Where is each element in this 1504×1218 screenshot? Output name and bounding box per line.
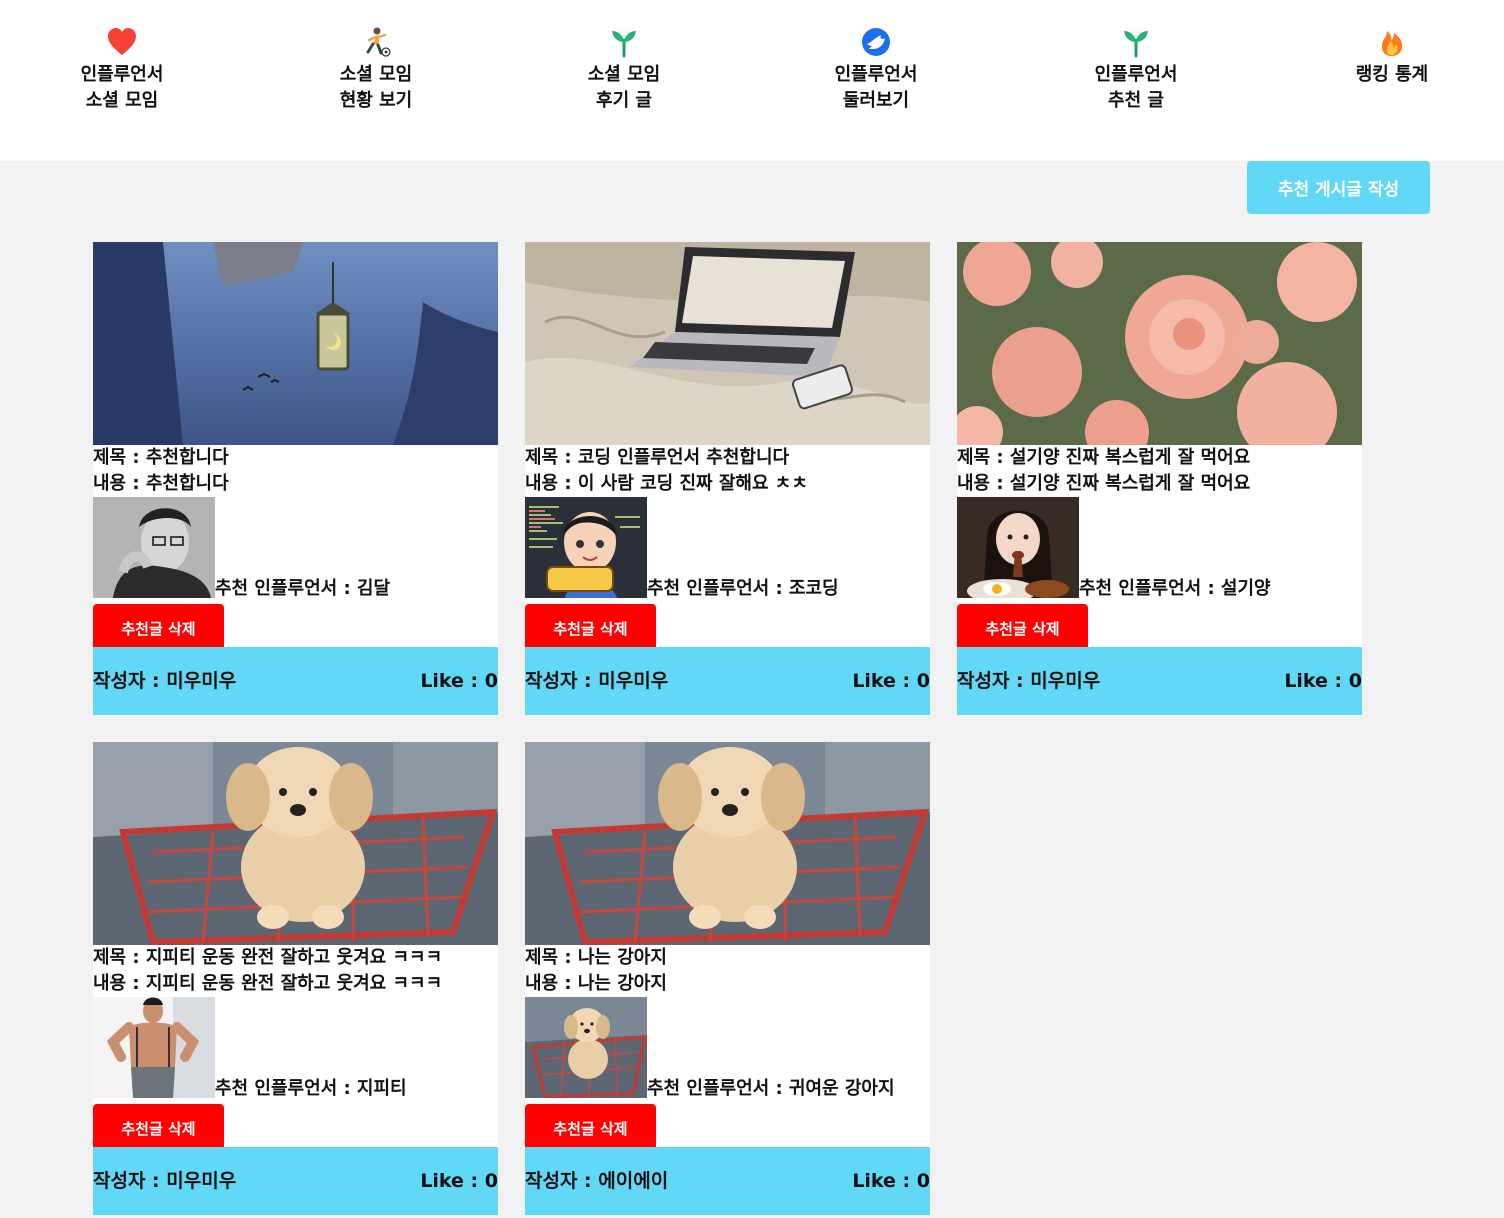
recommended-influencer: 추천 인플루언서 : 설기양 (1079, 578, 1271, 599)
delete-recommend-post-button[interactable]: 추천글 삭제 (525, 604, 656, 653)
puppy-in-cart-photo (525, 742, 930, 945)
card-footer: 작성자 : 에이에이 Like : 0 (525, 1147, 930, 1215)
jocoding-cartoon-logo (525, 497, 647, 598)
soccer-player-icon (366, 27, 391, 57)
post-title: 제목 : 추천합니다 (93, 447, 229, 468)
delete-recommend-post-button[interactable]: 추천글 삭제 (93, 1104, 224, 1153)
man-portrait-photo (93, 497, 215, 598)
fire-icon (1381, 31, 1403, 56)
recommended-influencer: 추천 인플루언서 : 지피티 (215, 1078, 407, 1099)
nav-influencer-recommend[interactable]: 인플루언서 추천 글 (1051, 26, 1221, 114)
seedling-icon (1124, 31, 1148, 58)
nav-label-line1: 인플루언서 (834, 64, 918, 85)
post-title: 제목 : 지피티 운동 완전 잘하고 웃겨요 ㅋㅋㅋ (93, 947, 443, 968)
post-author: 작성자 : 미우미우 (93, 1170, 237, 1192)
nav-label-line1: 인플루언서 (1094, 64, 1178, 85)
like-count: Like : 0 (852, 1170, 930, 1192)
nav-label-line2: 둘러보기 (842, 90, 910, 111)
seedling-icon (612, 31, 636, 58)
nav-label-line2: 소셜 모임 (85, 90, 159, 111)
post-title: 제목 : 설기양 진짜 복스럽게 잘 먹어요 (957, 447, 1251, 468)
laptop-on-bed-photo (525, 242, 930, 445)
nav-label-line1: 소셜 모임 (587, 64, 661, 85)
like-count: Like : 0 (420, 1170, 498, 1192)
post-author: 작성자 : 에이에이 (525, 1170, 669, 1192)
nav-label-line2: 후기 글 (596, 90, 652, 111)
post-author: 작성자 : 미우미우 (93, 670, 237, 692)
recommend-card: 제목 : 코딩 인플루언서 추천합니다 내용 : 이 사람 코딩 진짜 잘해요 … (525, 242, 930, 715)
nav-label-line2: 현황 보기 (339, 90, 413, 111)
delete-recommend-post-button[interactable]: 추천글 삭제 (93, 604, 224, 653)
post-content: 내용 : 나는 강아지 (525, 973, 667, 994)
delete-recommend-post-button[interactable]: 추천글 삭제 (525, 1104, 656, 1153)
nav-influencer-browse[interactable]: 인플루언서 둘러보기 (791, 26, 961, 114)
night-lantern-photo (93, 242, 498, 445)
like-count: Like : 0 (420, 670, 498, 692)
post-content: 내용 : 설기양 진짜 복스럽게 잘 먹어요 (957, 473, 1251, 494)
card-footer: 작성자 : 미우미우 Like : 0 (93, 647, 498, 715)
pink-roses-photo (957, 242, 1362, 445)
nav-label-line1: 인플루언서 (80, 64, 164, 85)
card-footer: 작성자 : 미우미우 Like : 0 (93, 1147, 498, 1215)
card-footer: 작성자 : 미우미우 Like : 0 (525, 647, 930, 715)
nav-ranking-stats[interactable]: 랭킹 통계 (1307, 26, 1477, 88)
nav-social-status[interactable]: 소셜 모임 현황 보기 (291, 26, 461, 114)
fitness-man-photo (93, 997, 215, 1098)
delete-recommend-post-button[interactable]: 추천글 삭제 (957, 604, 1088, 653)
nav-label-line1: 소셜 모임 (339, 64, 413, 85)
recommended-influencer: 추천 인플루언서 : 귀여운 강아지 (647, 1078, 895, 1099)
girl-eating-photo (957, 497, 1079, 598)
nav-social-reviews[interactable]: 소셜 모임 후기 글 (539, 26, 709, 114)
blue-bird-badge-icon (862, 28, 890, 56)
nav-influencer-social[interactable]: 인플루언서 소셜 모임 (37, 26, 207, 114)
post-author: 작성자 : 미우미우 (525, 670, 669, 692)
write-recommend-post-button[interactable]: 추천 게시글 작성 (1247, 161, 1430, 214)
top-nav: 인플루언서 소셜 모임 소셜 모임 현황 보기 소셜 모임 후기 글 인플루언서… (0, 0, 1504, 161)
like-count: Like : 0 (852, 670, 930, 692)
post-author: 작성자 : 미우미우 (957, 670, 1101, 692)
recommend-card: 제목 : 나는 강아지 내용 : 나는 강아지 추천 인플루언서 : 귀여운 강… (525, 742, 930, 1215)
recommend-card: 제목 : 지피티 운동 완전 잘하고 웃겨요 ㅋㅋㅋ 내용 : 지피티 운동 완… (93, 742, 498, 1215)
post-title: 제목 : 코딩 인플루언서 추천합니다 (525, 447, 790, 468)
post-content: 내용 : 지피티 운동 완전 잘하고 웃겨요 ㅋㅋㅋ (93, 973, 443, 994)
recommend-card: 제목 : 설기양 진짜 복스럽게 잘 먹어요 내용 : 설기양 진짜 복스럽게 … (957, 242, 1362, 715)
heart-icon (108, 28, 136, 55)
nav-label-line1: 랭킹 통계 (1355, 64, 1429, 85)
recommended-influencer: 추천 인플루언서 : 조코딩 (647, 578, 839, 599)
card-footer: 작성자 : 미우미우 Like : 0 (957, 647, 1362, 715)
recommend-card: 제목 : 추천합니다 내용 : 추천합니다 추천 인플루언서 : 김달 추천글 … (93, 242, 498, 715)
puppy-in-cart-photo (525, 997, 647, 1098)
post-title: 제목 : 나는 강아지 (525, 947, 667, 968)
recommended-influencer: 추천 인플루언서 : 김달 (215, 578, 391, 599)
nav-label-line2: 추천 글 (1108, 90, 1164, 111)
post-content: 내용 : 이 사람 코딩 진짜 잘해요 ㅊㅊ (525, 473, 808, 494)
like-count: Like : 0 (1284, 670, 1362, 692)
post-content: 내용 : 추천합니다 (93, 473, 229, 494)
puppy-in-cart-photo (93, 742, 498, 945)
